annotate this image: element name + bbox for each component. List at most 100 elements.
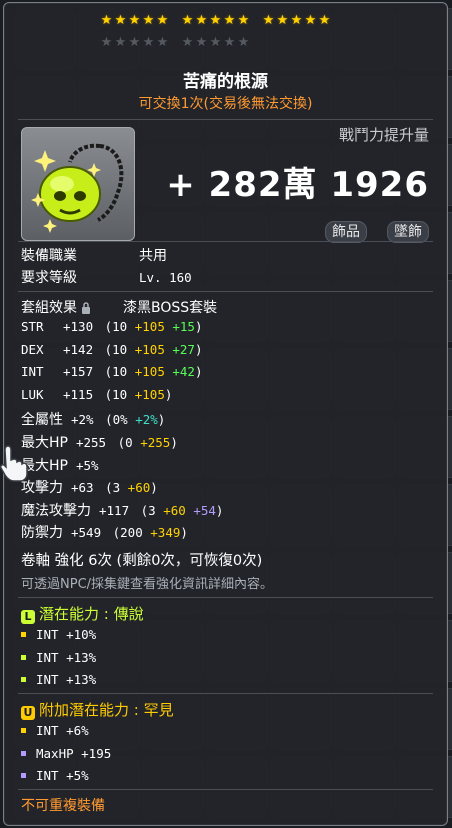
stat-base: (3 (97, 480, 121, 496)
stat-scroll-bonus: +255 (132, 435, 171, 450)
stat-extra-bonus: +15 (164, 319, 195, 334)
stat-scroll-bonus: +105 (127, 364, 165, 380)
star-filled-icon: ★ (262, 13, 275, 28)
stat-total: +5% (75, 457, 99, 473)
potential-line: INT +13% (21, 650, 96, 666)
stat-row: DEX +142 (10 +105 +27) (21, 342, 203, 358)
star-group: ★ ★ ★ ★ ★ (181, 36, 250, 54)
item-icon-frame (21, 127, 135, 241)
set-effect-value: 漆黑BOSS套裝 (123, 300, 218, 316)
divider (18, 241, 433, 242)
bonus-potential-title: 附加潛在能力 : 罕見 (39, 701, 174, 719)
combat-power-label: 戰鬥力提升量 (338, 126, 429, 144)
star-filled-icon: ★ (276, 13, 289, 28)
star-row: ★ ★ ★ ★ ★ ★ ★ ★ ★ ★ (100, 36, 370, 54)
stat-base: (10 (97, 364, 128, 380)
divider (18, 291, 433, 292)
stat-scroll-bonus: +60 (120, 480, 151, 496)
potential-value: INT +10% (36, 627, 97, 642)
potential-line: INT +5% (21, 768, 89, 784)
legendary-grade-icon: L (21, 610, 35, 624)
star-group: ★ ★ ★ ★ ★ (262, 14, 331, 32)
tag-pendant: 墜飾 (387, 221, 429, 243)
bullet-icon (21, 750, 26, 756)
stat-extra-bonus: +27 (164, 341, 195, 357)
trade-status: 可交換1次(交易後無法交換) (138, 96, 313, 112)
stat-name: 防禦力 (21, 525, 63, 542)
star-empty-icon: ★ (114, 35, 127, 50)
potential-value: INT +6% (36, 723, 89, 738)
stat-name: STR (21, 319, 44, 334)
stat-row: INT +157 (10 +105 +42) (21, 364, 203, 380)
stat-row: 魔法攻擊力 +117 (3 +60 +54) (21, 500, 223, 520)
star-filled-icon: ★ (304, 13, 317, 28)
star-empty-icon: ★ (156, 35, 169, 50)
star-filled-icon: ★ (223, 13, 236, 28)
stat-total: +2% (71, 412, 94, 428)
stat-base: (0 (110, 435, 133, 450)
potential-value: MaxHP +195 (36, 745, 112, 761)
required-job-label: 裝備職業 (21, 248, 77, 264)
stat-name: LUK (21, 386, 44, 402)
star-filled-icon: ★ (181, 13, 194, 28)
stat-scroll-bonus: +105 (127, 386, 165, 402)
stat-row: STR +130 (10 +105 +15) (21, 319, 203, 335)
stat-base: (200 (105, 525, 143, 541)
stat-base: (10 (97, 386, 128, 402)
stat-paren: ) (170, 435, 178, 450)
star-group: ★ ★ ★ ★ ★ (100, 14, 169, 32)
star-filled-icon: ★ (114, 13, 127, 28)
star-filled-icon: ★ (100, 13, 113, 28)
required-level: 要求等級 Lv. 160 (21, 267, 192, 287)
item-tooltip: ★ ★ ★ ★ ★ ★ ★ ★ ★ ★ ★ ★ ★ ★ ★ ★ ★ ★ ★ ★ ★ ★ ★ ★ ★ 苦痛的根源 可交換1次(交… (3, 2, 448, 826)
star-filled-icon: ★ (156, 13, 169, 28)
star-empty-icon: ★ (128, 35, 141, 50)
star-filled-icon: ★ (128, 13, 141, 28)
potential-line: INT +10% (21, 627, 96, 643)
stat-total: +130 (63, 319, 94, 334)
hand-cursor-icon (0, 445, 28, 482)
star-empty-icon: ★ (223, 35, 236, 50)
star-force-rating: ★ ★ ★ ★ ★ ★ ★ ★ ★ ★ ★ ★ ★ ★ ★ ★ ★ ★ ★ ★ ★ ★ ★ ★ ★ (100, 14, 370, 58)
divider (18, 693, 433, 694)
potential-header: L 潛在能力 : 傳說 (21, 603, 144, 624)
equip-restriction: 不可重複裝備 (21, 798, 105, 814)
potential-line: INT +13% (21, 672, 96, 688)
stat-row: 全屬性 +2% (0% +2%) (21, 409, 165, 429)
item-name: 苦痛的根源 (183, 72, 268, 92)
stat-extra-bonus: +54 (185, 502, 216, 518)
potential-value: INT +5% (36, 768, 89, 783)
stat-base: (10 (97, 341, 128, 357)
star-empty-icon: ★ (181, 35, 194, 50)
star-group: ★ ★ ★ ★ ★ (181, 14, 250, 32)
stat-row: LUK +115 (10 +105) (21, 387, 172, 403)
star-filled-icon: ★ (195, 13, 208, 28)
stat-total: +117 (99, 502, 130, 518)
stat-total: +63 (71, 480, 94, 496)
star-filled-icon: ★ (209, 13, 222, 28)
set-effect: 套組效果 漆黑BOSS套裝 (21, 297, 217, 317)
stat-base: (0% (97, 412, 128, 428)
potential-title: 潛在能力 : 傳說 (39, 605, 144, 623)
stat-total: +549 (71, 525, 102, 541)
stat-scroll-bonus: +349 (142, 525, 181, 541)
star-filled-icon: ★ (142, 13, 155, 28)
star-empty-icon: ★ (142, 35, 155, 50)
star-empty-icon: ★ (100, 35, 113, 50)
stat-scroll-bonus: +60 (155, 502, 186, 518)
star-row: ★ ★ ★ ★ ★ ★ ★ ★ ★ ★ ★ ★ ★ ★ ★ (100, 14, 370, 32)
stat-total: +115 (63, 386, 94, 402)
required-level-label: 要求等級 (21, 270, 77, 286)
stat-extra-bonus: +42 (164, 364, 195, 380)
potential-value: INT +13% (36, 649, 97, 665)
stat-name: DEX (21, 341, 44, 357)
star-filled-icon: ★ (290, 13, 303, 28)
set-effect-label: 套組效果 (21, 300, 77, 316)
divider (18, 119, 433, 120)
stat-paren: ) (164, 386, 173, 402)
stat-paren: ) (150, 480, 158, 496)
stat-extra-bonus: +2% (127, 412, 158, 428)
pendant-icon (31, 143, 124, 233)
stat-base: (10 (97, 319, 128, 334)
stat-name: 魔法攻擊力 (21, 502, 91, 519)
